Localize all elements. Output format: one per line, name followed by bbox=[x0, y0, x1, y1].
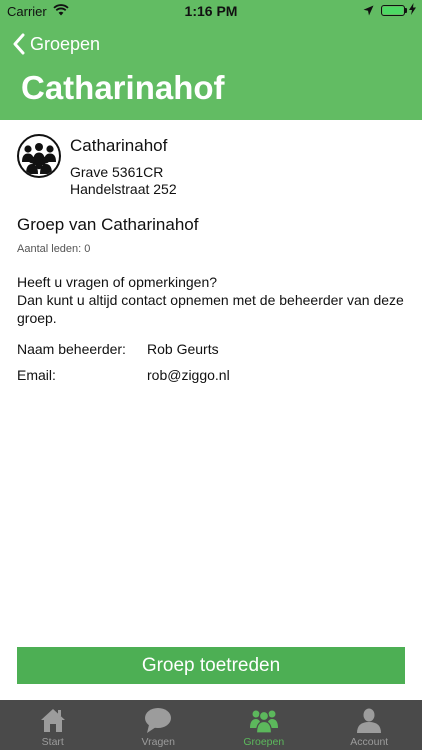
contact-instruction: Dan kunt u altijd contact opnemen met de… bbox=[17, 292, 404, 326]
tab-account[interactable]: Account bbox=[317, 700, 422, 750]
clock-time: 1:16 PM bbox=[184, 3, 238, 19]
admin-email[interactable]: rob@ziggo.nl bbox=[147, 367, 230, 383]
organization-name: Catharinahof bbox=[70, 136, 168, 155]
tab-vragen-label: Vragen bbox=[141, 736, 175, 748]
battery-icon bbox=[381, 5, 405, 16]
nav-header: Carrier 1:16 PM Groepen Catharinahof bbox=[0, 0, 422, 120]
battery-tip-icon bbox=[405, 8, 407, 13]
admin-name: Rob Geurts bbox=[147, 341, 219, 357]
tab-vragen[interactable]: Vragen bbox=[106, 700, 212, 750]
back-button[interactable]: Groepen bbox=[12, 31, 100, 57]
admin-label: Naam beheerder: bbox=[17, 341, 126, 357]
location-arrow-icon bbox=[363, 4, 374, 19]
tab-bar: Start Vragen Groepen Account bbox=[0, 700, 422, 750]
tab-start-label: Start bbox=[41, 736, 64, 748]
email-label: Email: bbox=[17, 367, 56, 383]
tab-start[interactable]: Start bbox=[0, 700, 106, 750]
organization-city: Grave 5361CR bbox=[70, 164, 164, 180]
chat-bubble-icon bbox=[145, 708, 172, 733]
charging-bolt-icon bbox=[409, 3, 416, 18]
chevron-left-icon bbox=[13, 33, 25, 55]
group-people-icon bbox=[17, 134, 61, 178]
home-icon bbox=[40, 709, 65, 732]
tab-account-label: Account bbox=[350, 736, 389, 748]
tab-groepen[interactable]: Groepen bbox=[211, 700, 317, 750]
user-icon bbox=[357, 708, 382, 733]
group-title: Groep van Catharinahof bbox=[17, 215, 199, 234]
organization-street: Handelstraat 252 bbox=[70, 181, 177, 197]
join-group-button[interactable]: Groep toetreden bbox=[17, 647, 405, 684]
groups-icon bbox=[249, 710, 278, 734]
contact-info: Heeft u vragen of opmerkingen? Dan kunt … bbox=[17, 273, 407, 327]
page-title: Catharinahof bbox=[21, 69, 225, 106]
member-count: Aantal leden: 0 bbox=[17, 243, 91, 255]
back-button-label: Groepen bbox=[30, 33, 101, 54]
contact-question: Heeft u vragen of opmerkingen? bbox=[17, 274, 218, 290]
tab-groepen-label: Groepen bbox=[243, 736, 285, 748]
status-bar: Carrier 1:16 PM bbox=[0, 0, 422, 22]
